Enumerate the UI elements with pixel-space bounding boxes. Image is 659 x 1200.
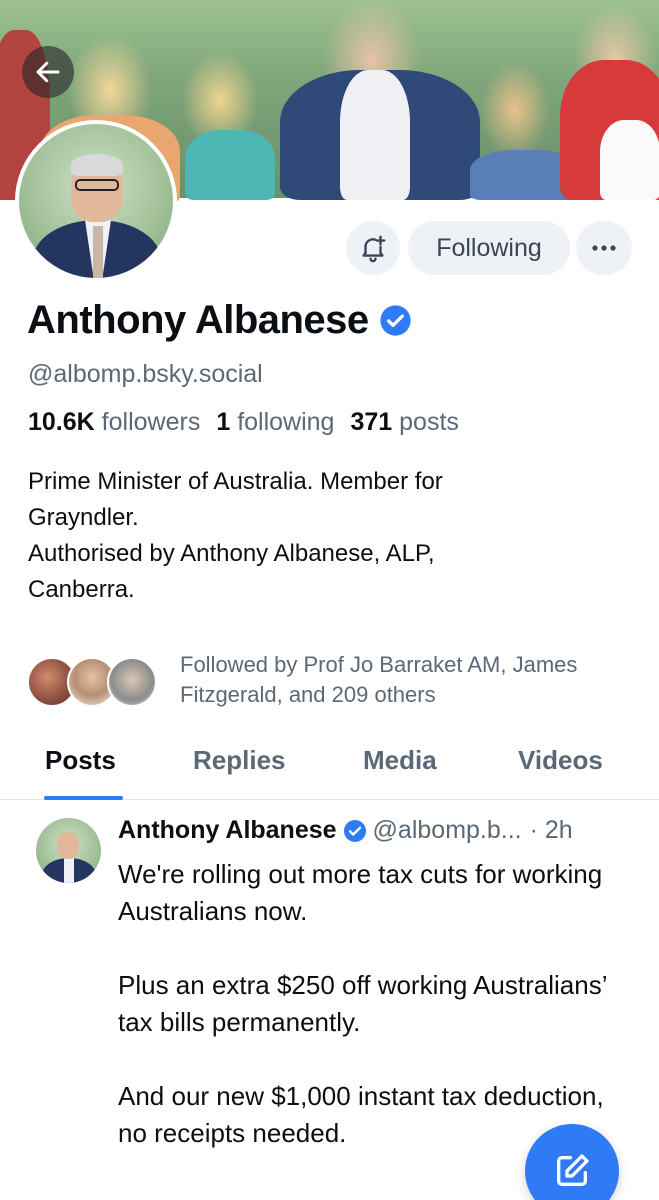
followers-stat[interactable]: 10.6K followers: [28, 408, 200, 437]
back-button[interactable]: [22, 46, 74, 98]
verified-badge-icon: [380, 305, 411, 336]
bio-line: Authorised by Anthony Albanese, ALP,: [28, 540, 435, 567]
following-button[interactable]: Following: [408, 221, 570, 275]
posts-label: posts: [399, 408, 459, 436]
post-author-handle[interactable]: @albomp.b...: [373, 816, 522, 845]
profile-screen: Following Anthony Albanese @albomp.bsky.…: [0, 0, 659, 1200]
tab-media[interactable]: Media: [363, 745, 437, 776]
ellipsis-icon: [592, 245, 616, 251]
profile-stats: 10.6K followers 1 following 371 posts: [28, 408, 475, 437]
following-count: 1: [216, 408, 231, 436]
tab-videos[interactable]: Videos: [518, 745, 603, 776]
posts-stat: 371 posts: [350, 408, 458, 437]
post-paragraph: Plus an extra $250 off working Australia…: [118, 970, 607, 1037]
bell-plus-icon: [362, 235, 386, 263]
more-options-button[interactable]: [576, 221, 632, 275]
avatar: [107, 657, 157, 707]
known-followers-avatars: [27, 653, 167, 707]
profile-handle: @albomp.bsky.social: [28, 360, 263, 388]
profile-tabs: Posts Replies Media Videos: [0, 738, 659, 800]
avatar-hair: [71, 154, 123, 176]
post-paragraph: We're rolling out more tax cuts for work…: [118, 859, 603, 926]
tab-replies[interactable]: Replies: [193, 745, 286, 776]
compose-icon: [557, 1154, 589, 1186]
profile-name-row: Anthony Albanese: [27, 298, 412, 343]
known-followers-text: Followed by Prof Jo Barraket AM, James F…: [180, 652, 578, 707]
avatar-glasses: [75, 179, 119, 191]
post-author-name[interactable]: Anthony Albanese: [118, 816, 337, 845]
arrow-left-icon: [36, 61, 60, 83]
followers-count: 10.6K: [28, 408, 95, 436]
known-followers[interactable]: Followed by Prof Jo Barraket AM, James F…: [27, 650, 600, 710]
verified-badge-icon: [343, 819, 366, 842]
banner-figure: [600, 120, 659, 200]
followers-label: followers: [101, 408, 201, 436]
avatar-shirt: [64, 858, 74, 883]
post-timestamp[interactable]: · 2h: [530, 816, 573, 845]
bio-line: Grayndler.: [28, 504, 139, 531]
tab-posts[interactable]: Posts: [45, 745, 116, 776]
profile-display-name: Anthony Albanese: [27, 298, 369, 342]
active-tab-indicator: [44, 796, 123, 800]
banner-figure: [185, 130, 275, 200]
avatar-tie: [93, 226, 103, 278]
subscribe-notifications-button[interactable]: [346, 221, 400, 275]
avatar-head: [57, 832, 79, 859]
following-label: following: [237, 408, 335, 436]
profile-avatar[interactable]: [15, 120, 177, 282]
banner-figure: [340, 70, 410, 200]
post-author-avatar[interactable]: [36, 818, 101, 883]
profile-bio: Prime Minister of Australia. Member for …: [28, 464, 588, 608]
bio-line: Prime Minister of Australia. Member for: [28, 468, 443, 495]
bio-line: Canberra.: [28, 576, 135, 603]
post-text[interactable]: We're rolling out more tax cuts for work…: [118, 856, 618, 1152]
following-stat[interactable]: 1 following: [216, 408, 334, 437]
posts-count: 371: [350, 408, 393, 436]
post-header: Anthony Albanese @albomp.b... · 2h: [118, 816, 573, 845]
